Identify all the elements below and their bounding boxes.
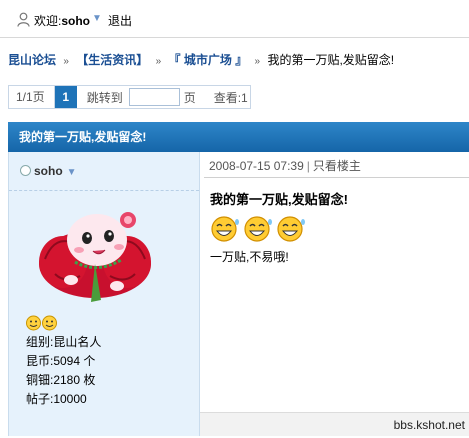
post-title: 我的第一万贴,发贴留念! bbox=[210, 192, 348, 207]
logout-link[interactable]: 退出 bbox=[108, 12, 132, 29]
divider: | bbox=[306, 159, 310, 173]
medals bbox=[26, 315, 58, 334]
breadcrumb-separator: » bbox=[155, 56, 162, 67]
page-1-button[interactable]: 1 bbox=[54, 86, 77, 108]
author-stats: 组别:昆山名人 昆币:5094 个 铜钿:2180 枚 帖子:10000 bbox=[26, 333, 101, 409]
post-panel: 2008-07-15 07:39 | 只看楼主 我的第一万贴,发贴留念! 一万贴,不… bbox=[200, 152, 469, 436]
page-unit-label: 页 bbox=[183, 90, 196, 105]
divider bbox=[204, 177, 469, 178]
page-info: 1/1页 bbox=[9, 86, 55, 108]
watermark-text: bbs.kshot.net bbox=[393, 418, 465, 432]
only-author-link[interactable]: 只看楼主 bbox=[313, 159, 361, 173]
breadcrumb-separator: » bbox=[63, 56, 69, 67]
breadcrumb: 昆山论坛 » 【生活资讯】 » 『 城市广场 』 » 我的第一万贴,发贴留念! bbox=[8, 51, 394, 68]
jump-page-input[interactable] bbox=[128, 88, 180, 106]
avatar bbox=[39, 212, 151, 302]
chevron-down-icon[interactable]: ▼ bbox=[92, 13, 102, 24]
breadcrumb-category[interactable]: 【生活资讯】 bbox=[76, 53, 148, 67]
author-copper: 铜钿:2180 枚 bbox=[26, 373, 96, 387]
pager: 1/1页 1 跳转到 页 查看:1 bbox=[8, 85, 251, 109]
author-name[interactable]: soho bbox=[34, 164, 63, 178]
top-user-bar: 欢迎:soho ▼ 退出 bbox=[0, 0, 469, 38]
view-count: 查看:1 bbox=[213, 90, 248, 105]
post-body: 一万贴,不易哦! bbox=[210, 250, 289, 264]
breadcrumb-board[interactable]: 『 城市广场 』 bbox=[169, 53, 248, 67]
post-datetime: 2008-07-15 07:39 bbox=[209, 159, 304, 173]
breadcrumb-separator: » bbox=[254, 56, 261, 67]
divider bbox=[9, 190, 199, 191]
post-meta: 2008-07-15 07:39 | 只看楼主 bbox=[209, 157, 361, 174]
author-name-row[interactable]: soho ▼ bbox=[20, 164, 77, 178]
laughing-smiley-icon bbox=[244, 216, 272, 242]
post-smileys bbox=[210, 215, 306, 243]
user-icon bbox=[17, 12, 30, 27]
welcome-text: 欢迎:soho bbox=[34, 14, 91, 28]
breadcrumb-forum[interactable]: 昆山论坛 bbox=[8, 53, 56, 67]
breadcrumb-current: 我的第一万贴,发贴留念! bbox=[267, 53, 395, 67]
jump-label: 跳转到 bbox=[86, 90, 123, 105]
author-panel: soho ▼ 组别:昆山名人 昆币:5094 个 铜钿:2180 枚 帖子:10… bbox=[8, 152, 200, 436]
username-link[interactable]: soho bbox=[61, 14, 90, 28]
chevron-down-icon[interactable]: ▼ bbox=[67, 167, 77, 178]
author-group: 组别:昆山名人 bbox=[26, 335, 102, 349]
thread-title-bar: 我的第一万贴,发贴留念! bbox=[8, 122, 469, 152]
post-footer: bbs.kshot.net bbox=[200, 412, 469, 436]
author-coins: 昆币:5094 个 bbox=[26, 354, 96, 368]
author-posts: 帖子:10000 bbox=[26, 392, 87, 406]
smiley-medal-icon bbox=[26, 315, 57, 331]
laughing-smiley-icon bbox=[277, 216, 305, 242]
laughing-smiley-icon bbox=[211, 216, 239, 242]
online-status-icon bbox=[20, 165, 31, 176]
